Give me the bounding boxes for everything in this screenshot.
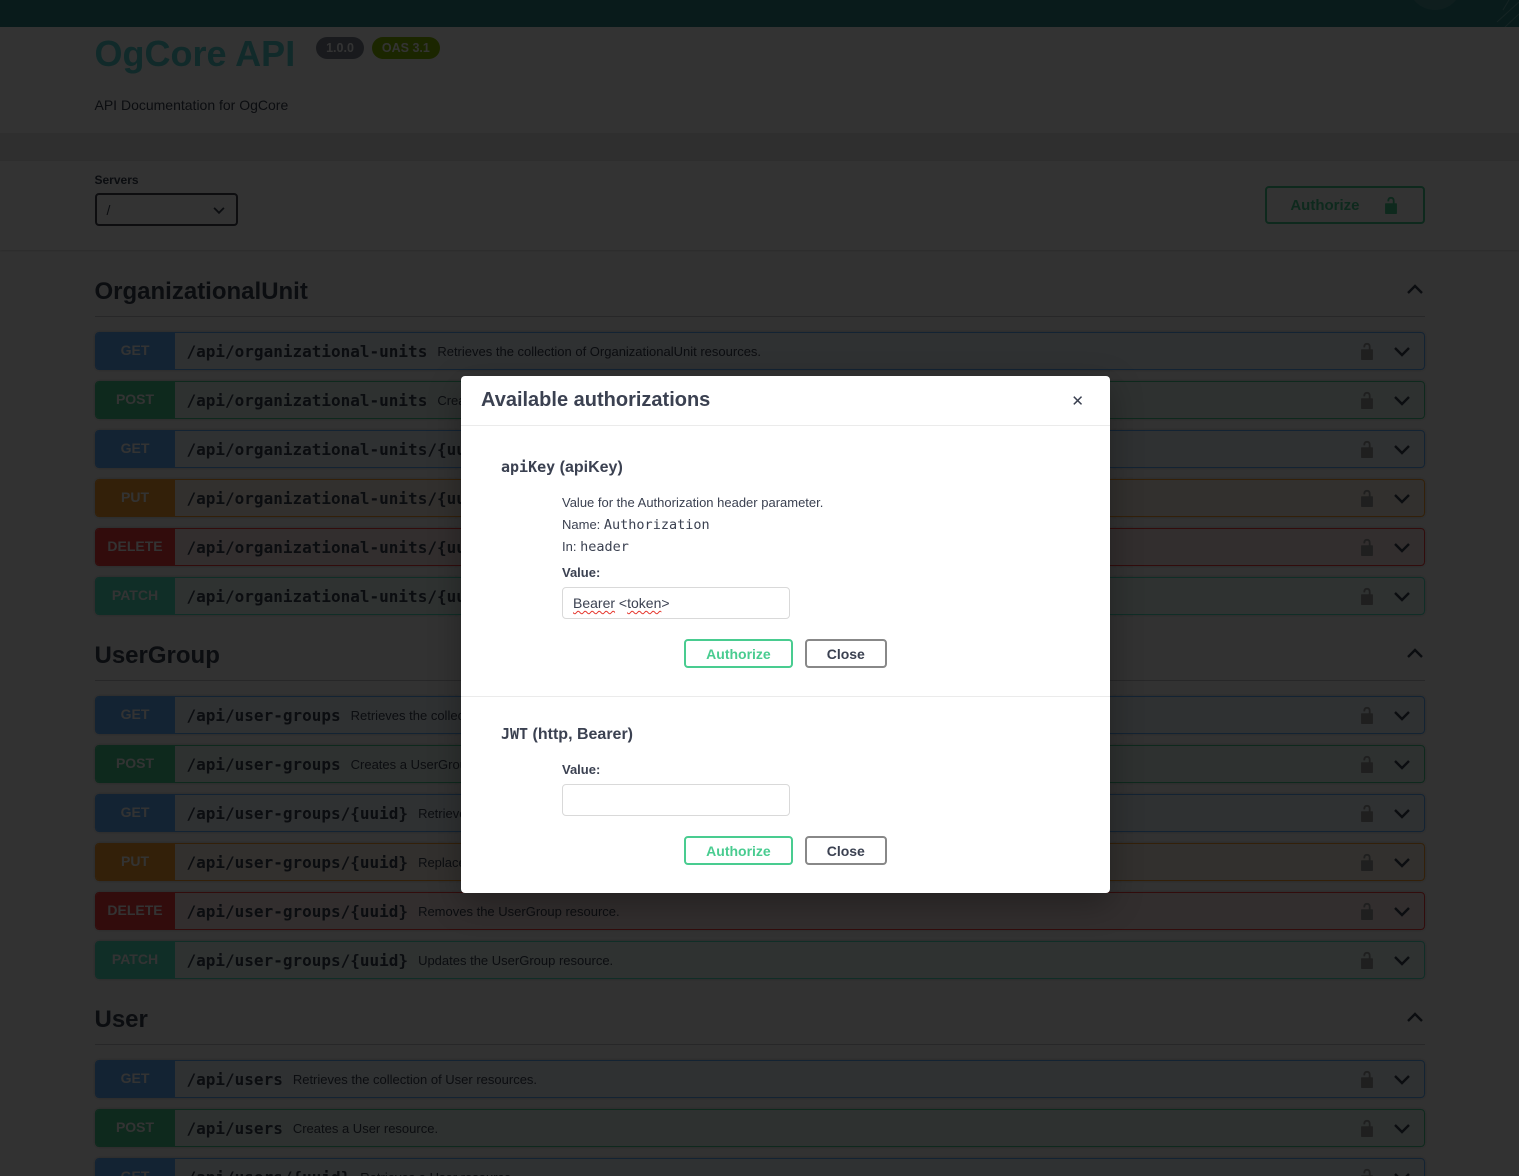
apikey-value-label: Value: — [562, 565, 601, 580]
jwt-authorize-button[interactable]: Authorize — [684, 836, 793, 865]
jwt-scheme-name: JWT — [501, 725, 529, 743]
jwt-close-button[interactable]: Close — [804, 836, 887, 865]
apikey-value-input[interactable]: Bearer < token > — [562, 587, 790, 619]
jwt-buttons: Authorize Close — [501, 836, 1070, 865]
apikey-in-value: header — [580, 539, 629, 555]
jwt-value-label: Value: — [562, 762, 601, 777]
modal-header: Available authorizations ✕ — [461, 376, 1110, 426]
apikey-name-label: Name: — [562, 517, 601, 532]
jwt-auth-section: JWT (http, Bearer) Value: Authorize Clos… — [461, 696, 1110, 893]
apikey-in-row: In: header — [562, 539, 1070, 555]
apikey-in-label: In: — [562, 539, 577, 554]
jwt-heading: JWT (http, Bearer) — [501, 725, 1070, 744]
apikey-authorize-button[interactable]: Authorize — [684, 639, 793, 668]
apikey-name-row: Name: Authorization — [562, 517, 1070, 533]
apikey-auth-section: apiKey (apiKey) Value for the Authorizat… — [461, 426, 1110, 696]
apikey-name-value: Authorization — [603, 517, 710, 533]
jwt-scheme-type: (http, Bearer) — [532, 726, 633, 743]
apikey-heading: apiKey (apiKey) — [501, 458, 1070, 477]
apikey-close-button[interactable]: Close — [804, 639, 887, 668]
apikey-description: Value for the Authorization header param… — [562, 495, 824, 510]
apikey-buttons: Authorize Close — [501, 639, 1070, 668]
apikey-scheme-name: apiKey — [501, 458, 556, 476]
jwt-value-input[interactable] — [562, 784, 790, 816]
close-icon[interactable]: ✕ — [1065, 390, 1090, 412]
authorizations-modal: Available authorizations ✕ apiKey (apiKe… — [461, 376, 1110, 893]
apikey-scheme-type: (apiKey) — [559, 459, 623, 476]
modal-title: Available authorizations — [481, 389, 711, 411]
